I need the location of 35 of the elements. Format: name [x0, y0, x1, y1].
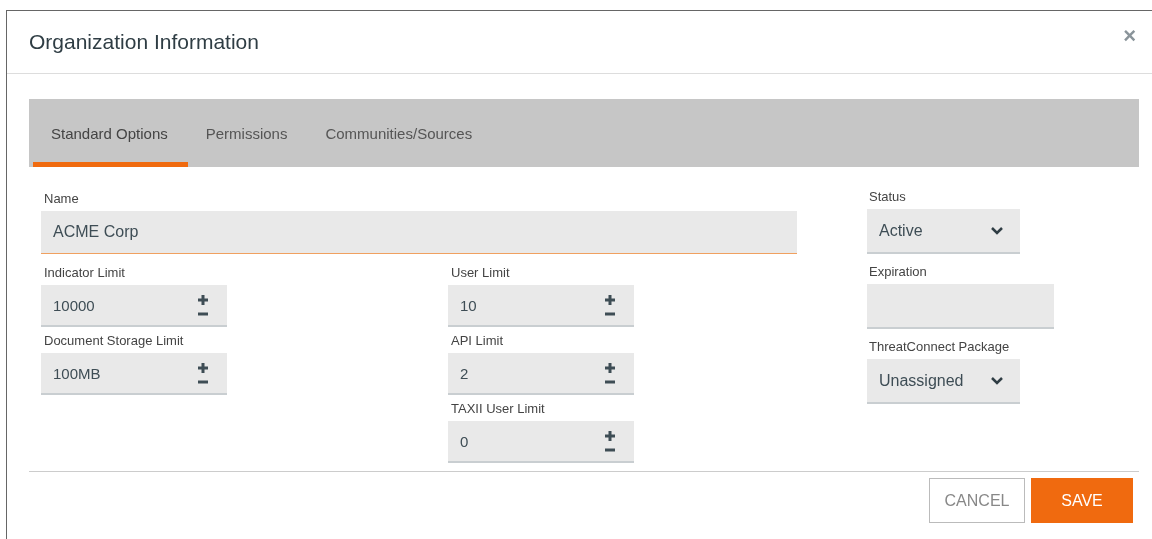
- cancel-button[interactable]: CANCEL: [929, 478, 1025, 523]
- dropdown[interactable]: Unassigned: [867, 359, 1020, 404]
- minus-icon[interactable]: [604, 380, 616, 384]
- tab[interactable]: Communities/Sources: [307, 99, 493, 167]
- field-label: Document Storage Limit: [44, 333, 185, 348]
- number-field[interactable]: 2: [448, 353, 634, 395]
- field-label: Expiration: [869, 264, 927, 279]
- minus-icon[interactable]: [604, 448, 616, 452]
- tab[interactable]: Standard Options: [33, 99, 188, 167]
- minus-icon[interactable]: [604, 312, 616, 316]
- number-field[interactable]: 0: [448, 421, 634, 463]
- field-label: API Limit: [451, 333, 504, 348]
- number-field[interactable]: 10: [448, 285, 634, 327]
- number-field[interactable]: 10000: [41, 285, 227, 327]
- name-field[interactable]: ACME Corp: [41, 211, 797, 254]
- field-label: Name: [44, 191, 79, 206]
- dropdown[interactable]: Active: [867, 209, 1020, 254]
- field-label: User Limit: [451, 265, 511, 280]
- plus-icon[interactable]: [197, 294, 209, 306]
- tab[interactable]: Permissions: [187, 99, 308, 167]
- minus-icon[interactable]: [197, 380, 209, 384]
- window-title: Organization Information: [29, 30, 259, 54]
- plus-icon[interactable]: [604, 430, 616, 442]
- field-label: TAXII User Limit: [451, 401, 546, 416]
- minus-icon[interactable]: [197, 312, 209, 316]
- field-label: Indicator Limit: [44, 265, 126, 280]
- chevron-down-icon: [990, 226, 1004, 235]
- field-label: Status: [869, 189, 906, 204]
- plus-icon[interactable]: [604, 362, 616, 374]
- plus-icon[interactable]: [604, 294, 616, 306]
- plus-icon[interactable]: [197, 362, 209, 374]
- number-field[interactable]: 100MB: [41, 353, 227, 395]
- input-field[interactable]: [867, 284, 1054, 329]
- field-label: ThreatConnect Package: [869, 339, 1010, 354]
- chevron-down-icon: [990, 376, 1004, 385]
